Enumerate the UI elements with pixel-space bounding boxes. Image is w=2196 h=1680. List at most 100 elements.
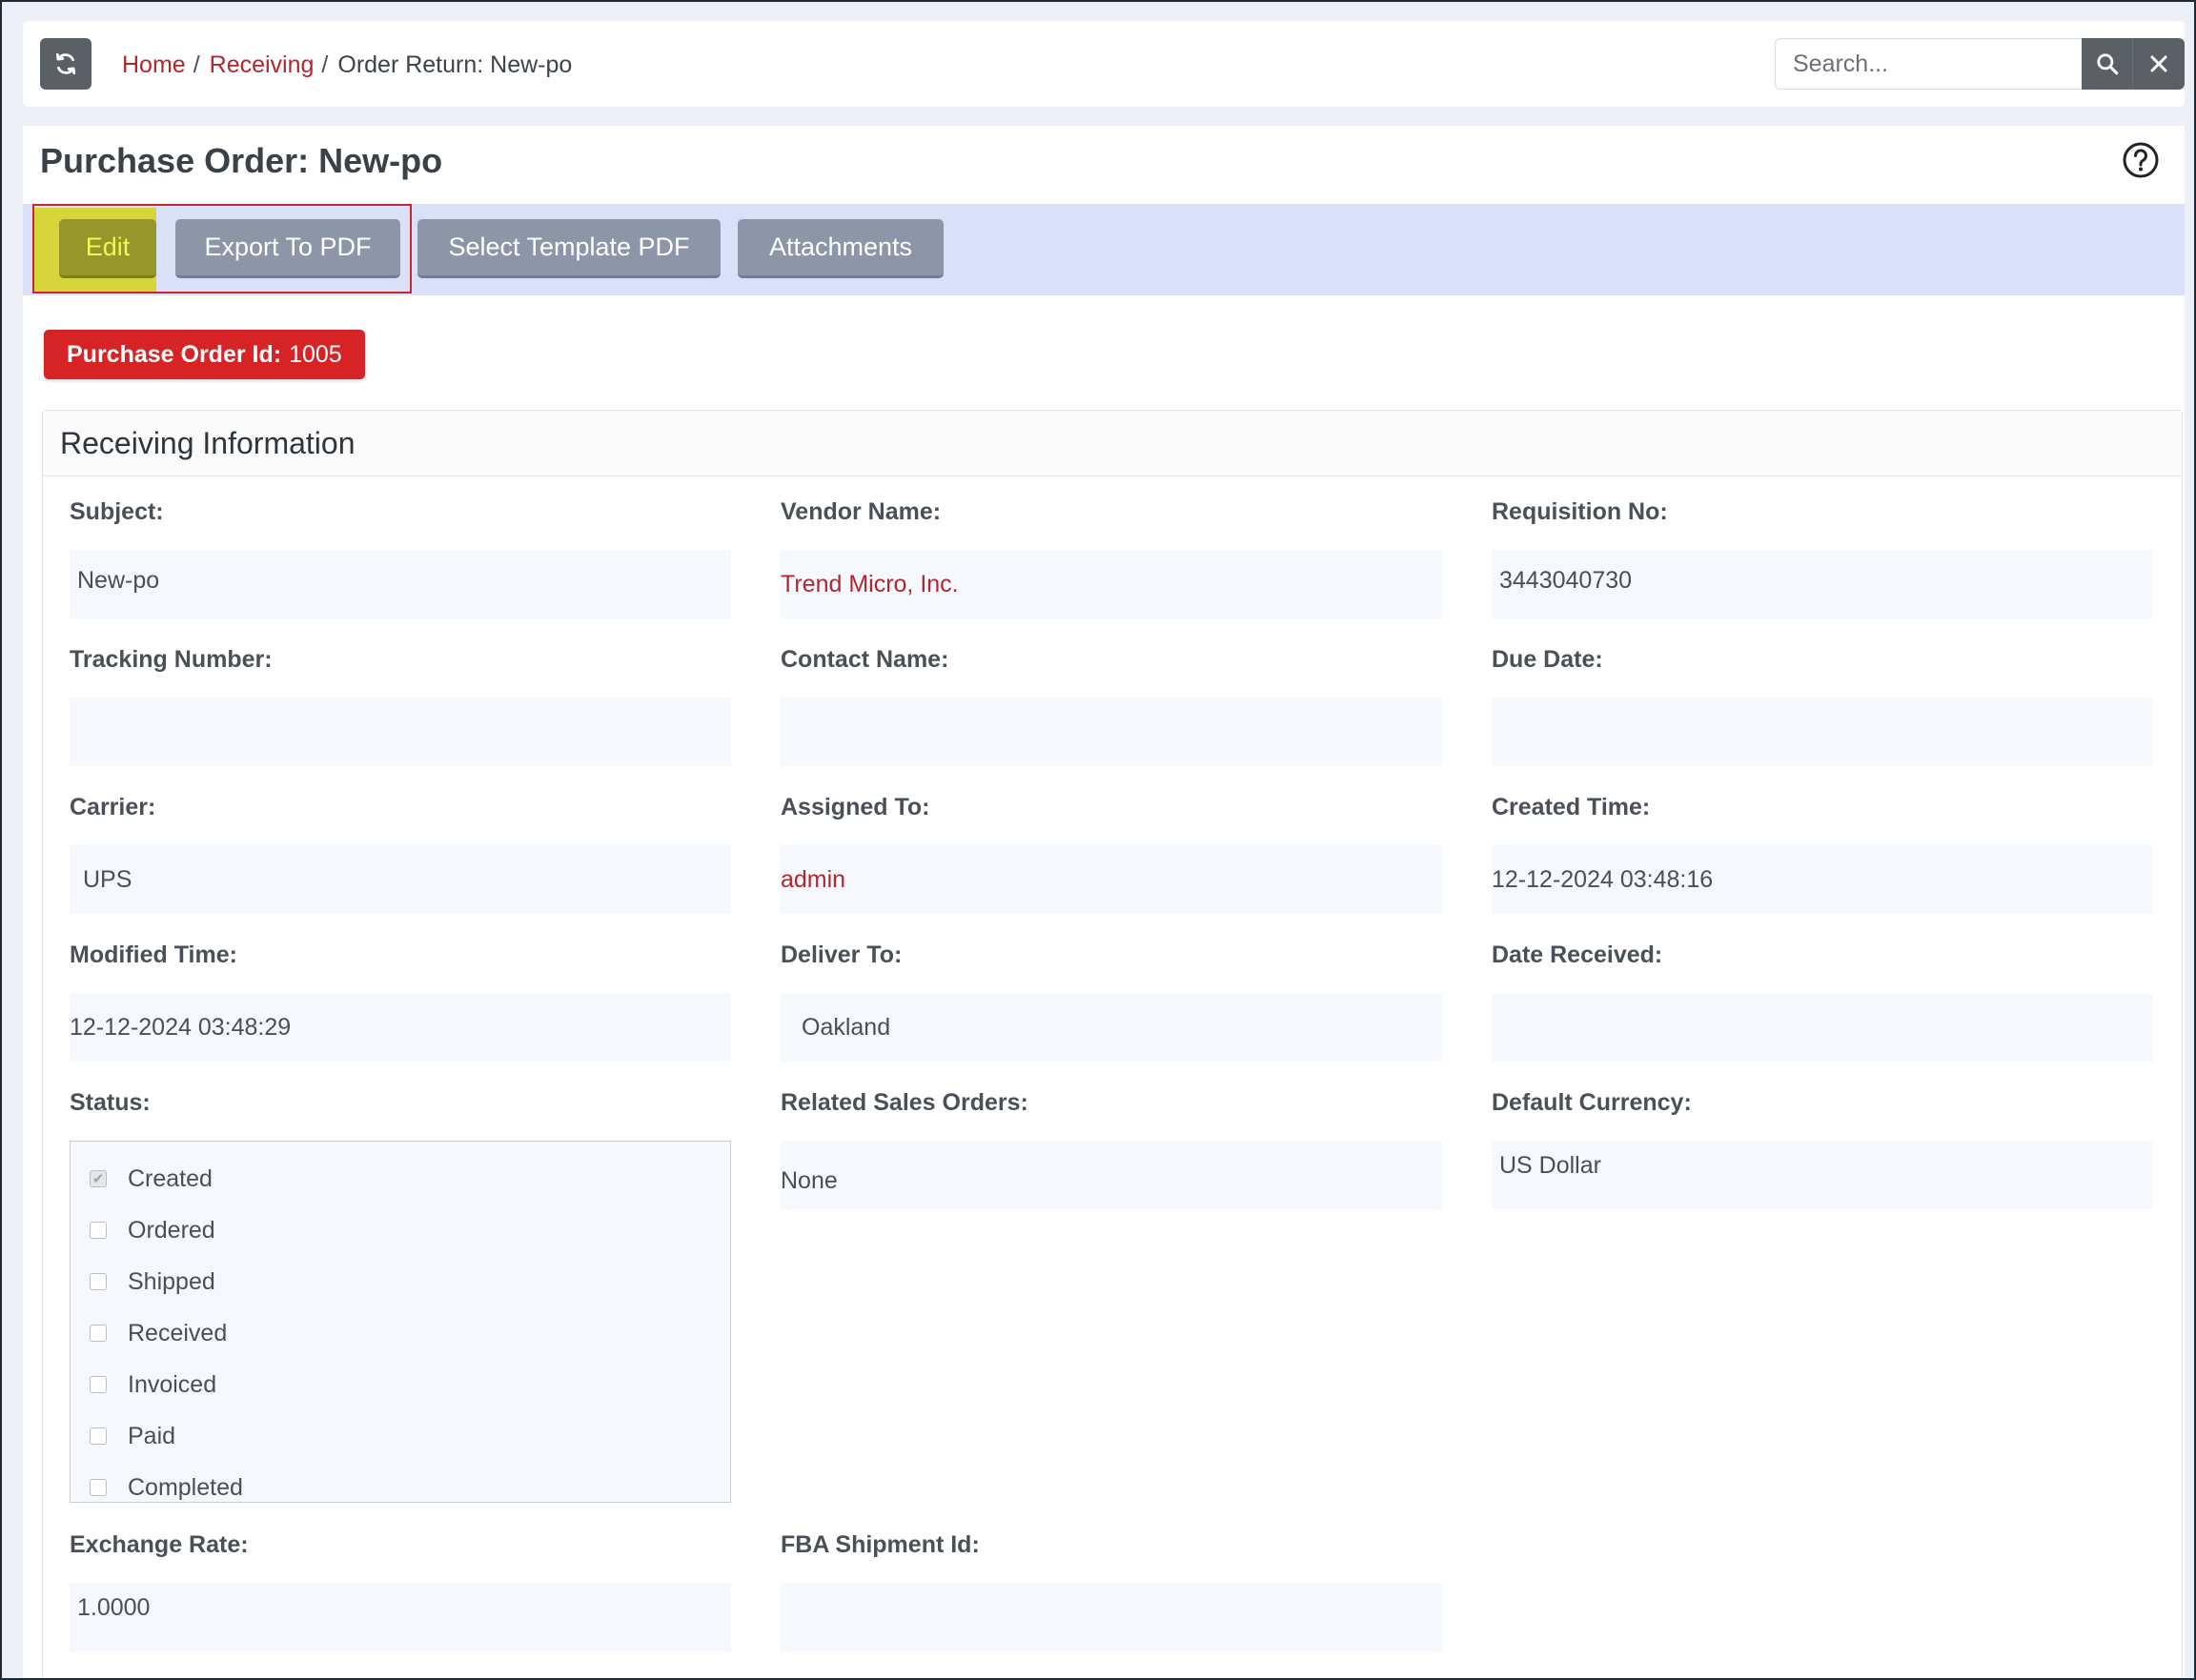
status-field: Status: ✔ Created Ordered Shipped Received In…	[70, 1089, 731, 1503]
modified-time-field: Modified Time: 12-12-2024 03:48:29	[70, 941, 731, 1062]
field-label: Assigned To:	[781, 794, 930, 820]
checkbox-checked-icon: ✔	[90, 1170, 107, 1187]
created-time-field: Created Time: 12-12-2024 03:48:16	[1492, 794, 2153, 914]
field-label: Date Received:	[1492, 941, 1663, 968]
clear-search-button[interactable]	[2132, 38, 2185, 90]
receiving-information-card: Receiving Information Subject: New-po Ve…	[42, 410, 2183, 1678]
subject-field: Subject: New-po	[70, 498, 731, 618]
default-currency-field: Default Currency: US Dollar	[1492, 1089, 2153, 1209]
breadcrumb-receiving[interactable]: Receiving	[210, 51, 315, 79]
field-label: Requisition No:	[1492, 498, 1668, 525]
status-option-label: Completed	[128, 1473, 243, 1501]
date-received-field: Date Received:	[1492, 941, 2153, 1062]
help-button[interactable]	[2122, 141, 2160, 179]
field-label: Default Currency:	[1492, 1089, 1692, 1116]
export-to-pdf-button[interactable]: Export To PDF	[175, 219, 400, 278]
due-date-field: Due Date:	[1492, 646, 2153, 766]
requisition-no-field: Requisition No: 3443040730	[1492, 498, 2153, 618]
tracking-number-field: Tracking Number:	[70, 646, 731, 766]
carrier-value: UPS	[70, 845, 731, 914]
status-option-completed: Completed	[71, 1462, 730, 1513]
checkbox-icon	[90, 1325, 107, 1342]
checkbox-icon	[90, 1479, 107, 1496]
status-checklist: ✔ Created Ordered Shipped Received Invoiced Pa…	[70, 1141, 731, 1503]
related-sales-orders-field: Related Sales Orders: None	[781, 1089, 1442, 1209]
search-icon	[2097, 53, 2119, 75]
status-option-label: Invoiced	[128, 1370, 217, 1398]
top-bar: Home / Receiving / Order Return: New-po	[23, 21, 2185, 107]
vendor-name-field: Vendor Name: Trend Micro, Inc.	[781, 498, 1442, 618]
breadcrumb-current: Order Return: New-po	[337, 51, 573, 78]
carrier-field: Carrier: UPS	[70, 794, 731, 914]
assigned-to-field: Assigned To: admin	[781, 794, 1442, 914]
badge-label: Purchase Order Id:	[67, 340, 282, 368]
field-label: Subject:	[70, 498, 164, 525]
modified-time-value: 12-12-2024 03:48:29	[70, 993, 731, 1062]
select-template-pdf-button[interactable]: Select Template PDF	[417, 219, 721, 278]
exchange-rate-value: 1.0000	[70, 1583, 731, 1651]
checkbox-icon	[90, 1427, 107, 1445]
fba-shipment-id-field: FBA Shipment Id:	[781, 1531, 1442, 1651]
breadcrumb-separator: /	[321, 51, 329, 78]
checkbox-icon	[90, 1273, 107, 1290]
search-input[interactable]	[1775, 38, 2082, 90]
refresh-icon	[55, 52, 76, 75]
fba-shipment-id-value	[781, 1583, 1442, 1651]
status-option-label: Shipped	[128, 1267, 215, 1295]
field-label: Due Date:	[1492, 646, 1603, 673]
status-option-paid: Paid	[71, 1410, 730, 1462]
field-label: Exchange Rate:	[70, 1531, 249, 1558]
field-label: Deliver To:	[781, 941, 903, 968]
deliver-to-field: Deliver To: Oakland	[781, 941, 1442, 1062]
field-label: Contact Name:	[781, 646, 949, 673]
section-title: Receiving Information	[43, 411, 2182, 476]
status-option-received: Received	[71, 1307, 730, 1359]
status-option-label: Ordered	[128, 1216, 215, 1244]
close-icon	[2150, 55, 2167, 72]
due-date-value	[1492, 698, 2153, 766]
related-sales-orders-value: None	[781, 1141, 1442, 1209]
field-label: Related Sales Orders:	[781, 1089, 1028, 1116]
field-label: Modified Time:	[70, 941, 237, 968]
breadcrumb-home[interactable]: Home	[122, 51, 186, 79]
field-label: Vendor Name:	[781, 498, 942, 525]
breadcrumb: Home / Receiving / Order Return: New-po	[122, 46, 572, 84]
search-button[interactable]	[2082, 38, 2133, 90]
status-option-created: ✔ Created	[71, 1153, 730, 1204]
purchase-order-id-badge: Purchase Order Id: 1005	[44, 330, 365, 379]
status-option-invoiced: Invoiced	[71, 1359, 730, 1410]
date-received-value	[1492, 993, 2153, 1062]
action-toolbar: Edit Export To PDF Select Template PDF A…	[23, 204, 2185, 295]
status-option-label: Received	[128, 1319, 228, 1346]
status-option-shipped: Shipped	[71, 1256, 730, 1307]
badge-value: 1005	[289, 340, 342, 368]
subject-value: New-po	[70, 550, 731, 618]
status-option-label: Paid	[128, 1422, 176, 1449]
breadcrumb-separator: /	[193, 51, 200, 78]
checkbox-icon	[90, 1376, 107, 1393]
edit-button[interactable]: Edit	[59, 219, 156, 278]
status-option-ordered: Ordered	[71, 1204, 730, 1256]
attachments-button[interactable]: Attachments	[738, 219, 944, 278]
created-time-value: 12-12-2024 03:48:16	[1492, 845, 2153, 914]
default-currency-value: US Dollar	[1492, 1141, 2153, 1209]
checkbox-icon	[90, 1222, 107, 1239]
main-panel: Purchase Order: New-po Edit Export To PD…	[23, 126, 2185, 1678]
deliver-to-value: Oakland	[781, 993, 1442, 1062]
vendor-name-link[interactable]: Trend Micro, Inc.	[781, 550, 1442, 618]
requisition-no-value: 3443040730	[1492, 550, 2153, 618]
field-label: Status:	[70, 1089, 151, 1116]
contact-name-field: Contact Name:	[781, 646, 1442, 766]
field-label: Tracking Number:	[70, 646, 273, 673]
status-option-label: Created	[128, 1164, 213, 1192]
exchange-rate-field: Exchange Rate: 1.0000	[70, 1531, 731, 1651]
app-window: Home / Receiving / Order Return: New-po …	[0, 0, 2196, 1680]
tracking-number-value	[70, 698, 731, 766]
field-label: Carrier:	[70, 794, 156, 820]
field-label: Created Time:	[1492, 794, 1651, 820]
field-label: FBA Shipment Id:	[781, 1531, 980, 1558]
page-title: Purchase Order: New-po	[40, 141, 443, 180]
contact-name-value	[781, 698, 1442, 766]
refresh-button[interactable]	[40, 38, 92, 90]
assigned-to-link[interactable]: admin	[781, 845, 1442, 914]
